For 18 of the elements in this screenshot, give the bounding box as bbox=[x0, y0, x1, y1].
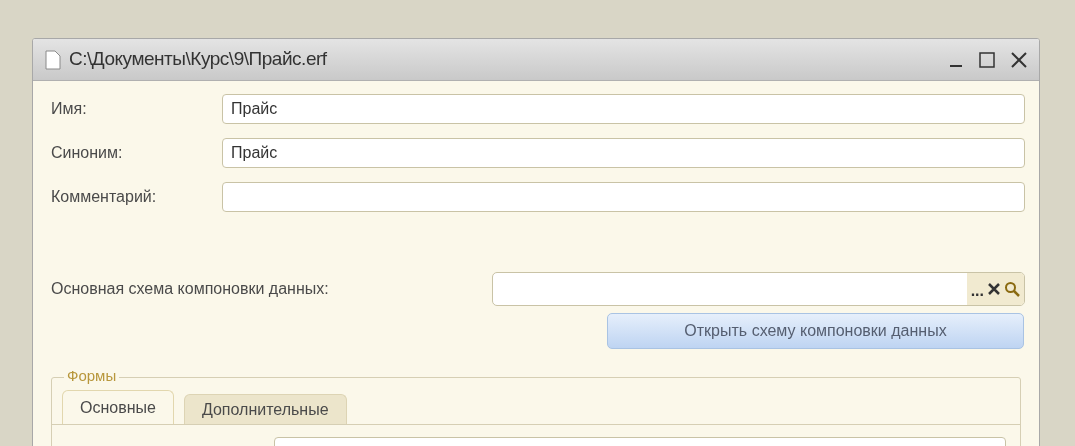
select-button[interactable]: ... bbox=[970, 279, 984, 299]
field-label: Комментарий: bbox=[51, 187, 158, 207]
document-icon bbox=[45, 49, 61, 70]
field-label: Синоним: bbox=[51, 143, 124, 163]
field-label: Имя: bbox=[51, 99, 88, 119]
text-field[interactable]: Прайс bbox=[222, 138, 1025, 168]
maximize-icon[interactable] bbox=[979, 51, 995, 68]
text-field[interactable] bbox=[222, 182, 1025, 212]
field-label: Основная схема компоновки данных: bbox=[51, 279, 330, 299]
clear-icon[interactable] bbox=[988, 283, 1000, 295]
tab[interactable]: Основные bbox=[62, 390, 174, 424]
tab[interactable]: Дополнительные bbox=[183, 394, 347, 424]
open-schema-button[interactable]: Открыть схему компоновки данных bbox=[607, 313, 1024, 349]
search-icon[interactable] bbox=[1004, 281, 1020, 297]
schema-field[interactable]: ... bbox=[492, 272, 1025, 306]
text-field[interactable]: Прайс bbox=[222, 94, 1025, 124]
close-icon[interactable] bbox=[1011, 51, 1027, 68]
window-title: C:\Документы\Курс\9\Прайс.erf bbox=[69, 47, 327, 72]
